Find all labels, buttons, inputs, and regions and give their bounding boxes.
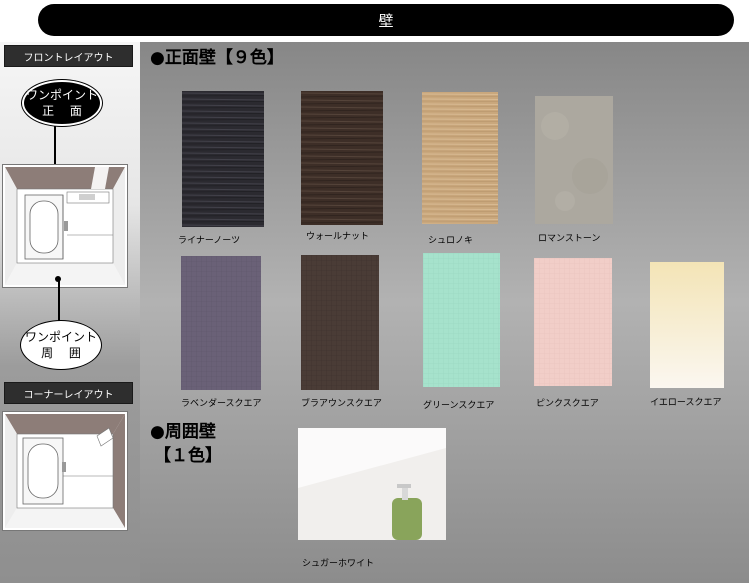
connector-surround	[58, 280, 60, 322]
swatch-sugar-white[interactable]	[298, 428, 446, 540]
swatch-label-yellow-square: イエロースクエア	[650, 398, 722, 408]
swatch-brown-square[interactable]	[301, 255, 379, 390]
wood-grain-texture	[422, 92, 498, 224]
marker-dot-surround	[55, 276, 61, 282]
front-layout-floorplan	[3, 165, 127, 287]
pump-icon	[402, 486, 408, 500]
stone-texture	[535, 96, 613, 224]
swatch-label-brown-square: ブラアウンスクエア	[301, 399, 382, 409]
front-wall-heading: ●正面壁【９色】	[150, 48, 284, 68]
swatch-lavender-square[interactable]	[181, 256, 261, 390]
corner-layout-floorplan	[3, 412, 127, 530]
square-tile-texture	[301, 255, 379, 390]
square-tile-texture	[534, 258, 612, 386]
front-floorplan-drawing	[5, 167, 125, 285]
front-layout-label: フロントレイアウト	[4, 45, 133, 67]
swatch-walnut[interactable]	[301, 91, 383, 225]
square-tile-texture	[423, 253, 500, 387]
swatch-label-green-square: グリーンスクエア	[423, 401, 495, 411]
swatch-label-liner-notes: ライナーノーツ	[178, 236, 241, 246]
swatch-shuro-noki[interactable]	[422, 92, 498, 224]
corner-layout-label: コーナーレイアウト	[4, 382, 133, 404]
swatch-label-pink-square: ピンクスクエア	[536, 399, 599, 409]
bottle-icon	[392, 498, 422, 540]
swatch-label-sugar-white: シュガーホワイト	[302, 559, 375, 569]
white-wall-photo	[298, 428, 446, 540]
wood-grain-texture	[182, 91, 264, 227]
corner-floorplan-drawing	[5, 414, 125, 528]
swatch-liner-notes[interactable]	[182, 91, 264, 227]
swatch-label-shuro-noki: シュロノキ	[428, 236, 474, 246]
page-title: 壁	[378, 11, 394, 30]
swatch-label-walnut: ウォールナット	[306, 232, 370, 242]
swatch-pink-square[interactable]	[534, 258, 612, 386]
bubble-one-point-front: ワンポイント 正 面	[22, 80, 102, 126]
swatch-roman-stone[interactable]	[535, 96, 613, 224]
swatch-green-square[interactable]	[423, 253, 500, 387]
square-tile-texture	[650, 262, 724, 388]
swatch-yellow-square[interactable]	[650, 262, 724, 388]
square-tile-texture	[181, 256, 261, 390]
title-bar: 壁	[38, 4, 734, 36]
bubble-one-point-surround: ワンポイント 周 囲	[20, 320, 102, 370]
swatch-label-lavender-square: ラベンダースクエア	[181, 399, 262, 409]
swatch-label-roman-stone: ロマンストーン	[538, 234, 601, 244]
wood-grain-texture	[301, 91, 383, 225]
surround-wall-heading: ●周囲壁 【１色】	[150, 422, 222, 466]
